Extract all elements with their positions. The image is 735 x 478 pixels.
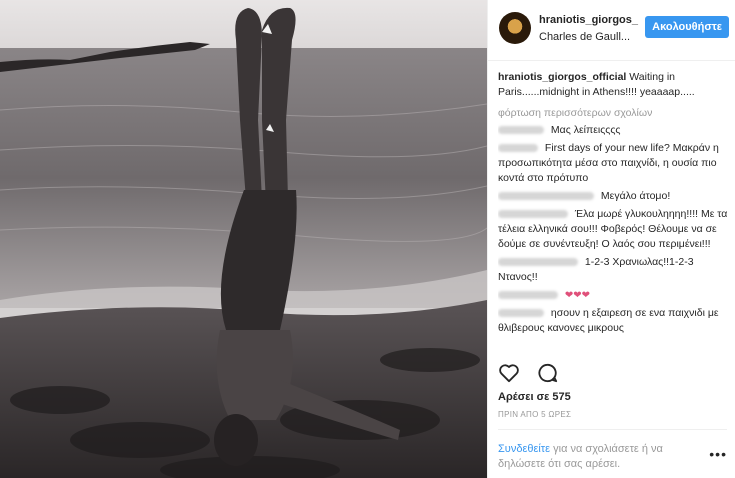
comment-text: ❤❤❤ [564, 290, 591, 301]
post-header: hraniotis_giorgos_ Charles de Gaull... Α… [488, 0, 735, 61]
comment: ησουν η εξαιρεση σε ενα παιχνιδι με θλιβ… [498, 306, 730, 336]
post-photo[interactable] [0, 0, 487, 478]
caption: hraniotis_giorgos_official Waiting in Pa… [498, 70, 730, 100]
instagram-post: hraniotis_giorgos_ Charles de Gaull... Α… [0, 0, 735, 478]
author-username[interactable]: hraniotis_giorgos_ [539, 14, 638, 26]
comment: ❤❤❤ [498, 288, 730, 303]
comment: First days of your new life? Μακράν η πρ… [498, 141, 730, 186]
comment: Έλα μωρέ γλυκουληηηη!!!! Με τα τέλεια ελ… [498, 207, 730, 252]
divider [498, 429, 727, 430]
post-sidebar: hraniotis_giorgos_ Charles de Gaull... Α… [487, 0, 735, 478]
comment-username-blurred[interactable] [498, 192, 594, 201]
post-actions [498, 363, 573, 386]
comments-list: hraniotis_giorgos_official Waiting in Pa… [498, 70, 730, 355]
comment-username-blurred[interactable] [498, 291, 558, 300]
comment-username-blurred[interactable] [498, 258, 578, 267]
more-options-icon[interactable]: ••• [709, 446, 727, 462]
comment-username-blurred[interactable] [498, 210, 568, 219]
heart-icon[interactable] [498, 363, 520, 386]
comment-text: Μας λείπειςςςς [550, 124, 621, 136]
post-timestamp: ΠΡΙΝ ΑΠΟ 5 ΩΡΕΣ [498, 410, 572, 419]
comment-username-blurred[interactable] [498, 126, 544, 135]
comment: 1-2-3 Χρανιωλας!!1-2-3 Ντανος!! [498, 255, 730, 285]
post-location[interactable]: Charles de Gaull... [539, 31, 630, 43]
caption-username[interactable]: hraniotis_giorgos_official [498, 71, 626, 83]
comment-username-blurred[interactable] [498, 309, 544, 318]
comment: Μεγάλο άτομο! [498, 189, 730, 204]
load-more-comments-link[interactable]: φόρτωση περισσότερων σχολίων [498, 106, 730, 121]
comment: Μας λείπειςςςς [498, 123, 730, 138]
comment-text: Μεγάλο άτομο! [600, 190, 671, 202]
login-prompt: Συνδεθείτε για να σχολιάσετε ή να δηλώσε… [498, 442, 698, 472]
likes-count[interactable]: Αρέσει σε 575 [498, 391, 571, 403]
follow-button[interactable]: Ακολουθήστε [645, 16, 729, 38]
avatar[interactable] [499, 12, 531, 44]
comment-username-blurred[interactable] [498, 144, 538, 153]
comment-icon[interactable] [537, 363, 559, 386]
login-link[interactable]: Συνδεθείτε [498, 443, 550, 455]
